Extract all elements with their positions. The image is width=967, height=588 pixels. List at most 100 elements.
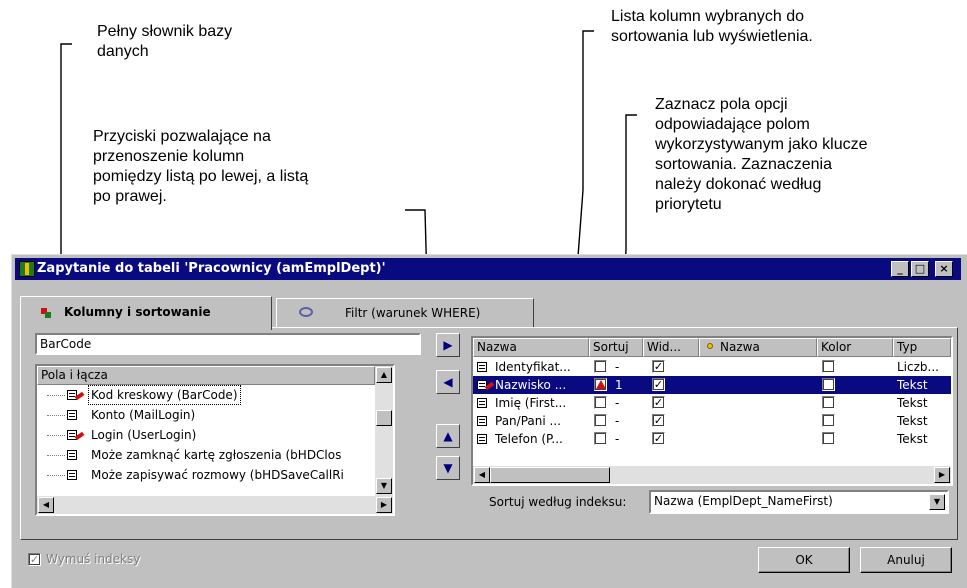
tree-item-label: Może zamknąć kartę zgłoszenia (bHDClos xyxy=(91,448,342,462)
grid-cell-type: Tekst xyxy=(897,432,928,446)
sort-checkbox[interactable] xyxy=(594,360,607,373)
grid-horizontal-scrollbar[interactable]: ◀ ▶ xyxy=(473,466,951,484)
annotation-dictionary: Pełny słownik bazy danych xyxy=(97,23,233,60)
filter-icon xyxy=(299,307,313,317)
tree-list: Kod kreskowy (BarCode) Konto (MailLogin) L… xyxy=(37,385,375,496)
grid-row[interactable]: Imię (First... - ✓ Tekst xyxy=(473,394,951,412)
tree-item[interactable]: Może zamknąć kartę zgłoszenia (bHDClos xyxy=(37,446,375,464)
tree-horizontal-scrollbar[interactable]: ◀ ▶ xyxy=(37,496,393,514)
color-checkbox[interactable] xyxy=(822,378,835,391)
tree-item-label: Konto (MailLogin) xyxy=(91,408,196,422)
tree-item[interactable]: Kod kreskowy (BarCode) xyxy=(37,385,375,405)
tab-filter-label: Filtr (warunek WHERE) xyxy=(345,306,481,320)
move-up-button[interactable]: ▲ xyxy=(436,424,460,448)
color-checkbox[interactable] xyxy=(822,360,835,373)
annotation-buttons: Przyciski pozwalające na przenoszenie ko… xyxy=(93,128,309,205)
field-icon xyxy=(477,416,487,426)
grid-header-cell[interactable]: Nazwa xyxy=(473,338,589,357)
tree-connector xyxy=(47,475,65,476)
grid-cell-type: Tekst xyxy=(897,378,928,392)
columns-grid: Nazwa Sortuj Wid... Nazwa Kolor Typ Identyfik… xyxy=(471,336,953,486)
force-indexes-label: Wymuś indeksy xyxy=(46,552,141,566)
move-left-button[interactable]: ◀ xyxy=(436,370,460,394)
grid-scroll-left-button[interactable]: ◀ xyxy=(474,467,490,483)
tree-item[interactable]: Może zapisywać rozmowy (bHDSaveCallRi xyxy=(37,466,375,484)
color-checkbox[interactable] xyxy=(822,432,835,445)
force-indexes-box[interactable]: ✓ xyxy=(28,553,41,566)
tree-item-label: Może zapisywać rozmowy (bHDSaveCallRi xyxy=(91,468,344,482)
field-tree: Pola i łącza ▲ ▼ Kod kreskowy (BarCode) K… xyxy=(35,364,395,516)
grid-row[interactable]: Pan/Pani ... - ✓ Tekst xyxy=(473,412,951,430)
window-title: Zapytanie do tabeli 'Pracownicy (amEmplD… xyxy=(37,261,386,276)
annotation-checkboxes: Zaznacz pola opcji odpowiadające polom w… xyxy=(655,96,868,213)
field-search-value: BarCode xyxy=(40,337,92,351)
move-down-button[interactable]: ▼ xyxy=(436,456,460,480)
tree-item-label: Login (UserLogin) xyxy=(91,428,197,442)
chevron-down-icon[interactable]: ▼ xyxy=(929,494,945,510)
ok-button[interactable]: OK xyxy=(758,547,850,573)
columns-icon-part xyxy=(45,312,51,318)
sort-checkbox[interactable] xyxy=(594,432,607,445)
color-checkbox[interactable] xyxy=(822,414,835,427)
force-indexes-checkbox[interactable]: ✓ Wymuś indeksy xyxy=(28,551,188,569)
key-dot-icon xyxy=(707,343,713,349)
visible-checkbox[interactable]: ✓ xyxy=(652,396,665,409)
visible-checkbox[interactable]: ✓ xyxy=(652,432,665,445)
maximize-button[interactable]: □ xyxy=(911,261,929,277)
field-icon xyxy=(67,450,77,460)
tab-filter[interactable]: Filtr (warunek WHERE) xyxy=(276,298,534,328)
query-dialog: Zapytanie do tabeli 'Pracownicy (amEmplD… xyxy=(11,254,967,588)
minimize-button[interactable]: _ xyxy=(891,261,909,277)
field-search-input[interactable]: BarCode xyxy=(35,333,421,355)
sort-checkbox[interactable] xyxy=(594,378,607,391)
grid-cell-name: Imię (First... xyxy=(495,396,567,410)
scroll-thumb[interactable] xyxy=(376,410,392,426)
grid-header-cell[interactable]: Typ xyxy=(893,338,951,357)
tree-connector xyxy=(47,435,65,436)
grid-row[interactable]: Nazwisko ... 1 ✓ Tekst xyxy=(473,376,951,394)
cancel-button[interactable]: Anuluj xyxy=(860,547,952,573)
grid-row[interactable]: Identyfikat... - ✓ Liczb... xyxy=(473,358,951,376)
scroll-left-button[interactable]: ◀ xyxy=(38,497,54,513)
field-icon xyxy=(477,398,487,408)
visible-checkbox[interactable]: ✓ xyxy=(652,360,665,373)
sort-marker-icon xyxy=(596,380,606,389)
app-icon xyxy=(19,261,35,277)
field-icon xyxy=(477,362,487,372)
grid-header-cell[interactable]: Wid... xyxy=(643,338,699,357)
scroll-right-button[interactable]: ▶ xyxy=(376,497,392,513)
tree-vertical-scrollbar[interactable]: ▲ ▼ xyxy=(375,366,393,496)
sort-checkbox[interactable] xyxy=(594,396,607,409)
grid-scroll-right-button[interactable]: ▶ xyxy=(934,467,950,483)
tree-header: Pola i łącza xyxy=(37,366,375,385)
annotation-columns-list: Lista kolumn wybranych do sortowania lub… xyxy=(611,8,813,45)
tab-panel: BarCode Pola i łącza ▲ ▼ Kod kreskowy (B… xyxy=(20,327,958,540)
grid-cell-name: Telefon (P... xyxy=(495,432,563,446)
scroll-up-button[interactable]: ▲ xyxy=(376,367,392,383)
tree-item[interactable]: Login (UserLogin) xyxy=(37,426,375,444)
ok-label: OK xyxy=(795,553,813,567)
grid-body: Identyfikat... - ✓ Liczb... Nazwisko ... 1 ✓ Te… xyxy=(473,358,951,466)
index-sort-select[interactable]: Nazwa (EmplDept_NameFirst) ▼ xyxy=(649,490,949,514)
grid-row[interactable]: Telefon (P... - ✓ Tekst xyxy=(473,430,951,448)
grid-cell-name: Identyfikat... xyxy=(495,360,571,374)
close-button[interactable]: × xyxy=(935,261,953,277)
sort-checkbox[interactable] xyxy=(594,414,607,427)
grid-scroll-thumb[interactable] xyxy=(490,467,610,483)
tree-connector xyxy=(47,415,65,416)
move-right-button[interactable]: ▶ xyxy=(436,333,460,357)
grid-header-cell[interactable]: Nazwa xyxy=(699,338,817,357)
visible-checkbox[interactable]: ✓ xyxy=(652,378,665,391)
tree-connector xyxy=(47,395,65,396)
grid-header-cell[interactable]: Sortuj xyxy=(589,338,643,357)
scroll-down-button[interactable]: ▼ xyxy=(376,478,392,494)
title-bar[interactable]: Zapytanie do tabeli 'Pracownicy (amEmplD… xyxy=(15,258,961,280)
tab-columns-sorting[interactable]: Kolumny i sortowanie xyxy=(20,296,272,330)
field-icon xyxy=(477,434,487,444)
grid-header-cell[interactable]: Kolor xyxy=(817,338,893,357)
cancel-label: Anuluj xyxy=(887,553,925,567)
color-checkbox[interactable] xyxy=(822,396,835,409)
field-icon xyxy=(67,410,77,420)
visible-checkbox[interactable]: ✓ xyxy=(652,414,665,427)
tree-item[interactable]: Konto (MailLogin) xyxy=(37,406,375,424)
